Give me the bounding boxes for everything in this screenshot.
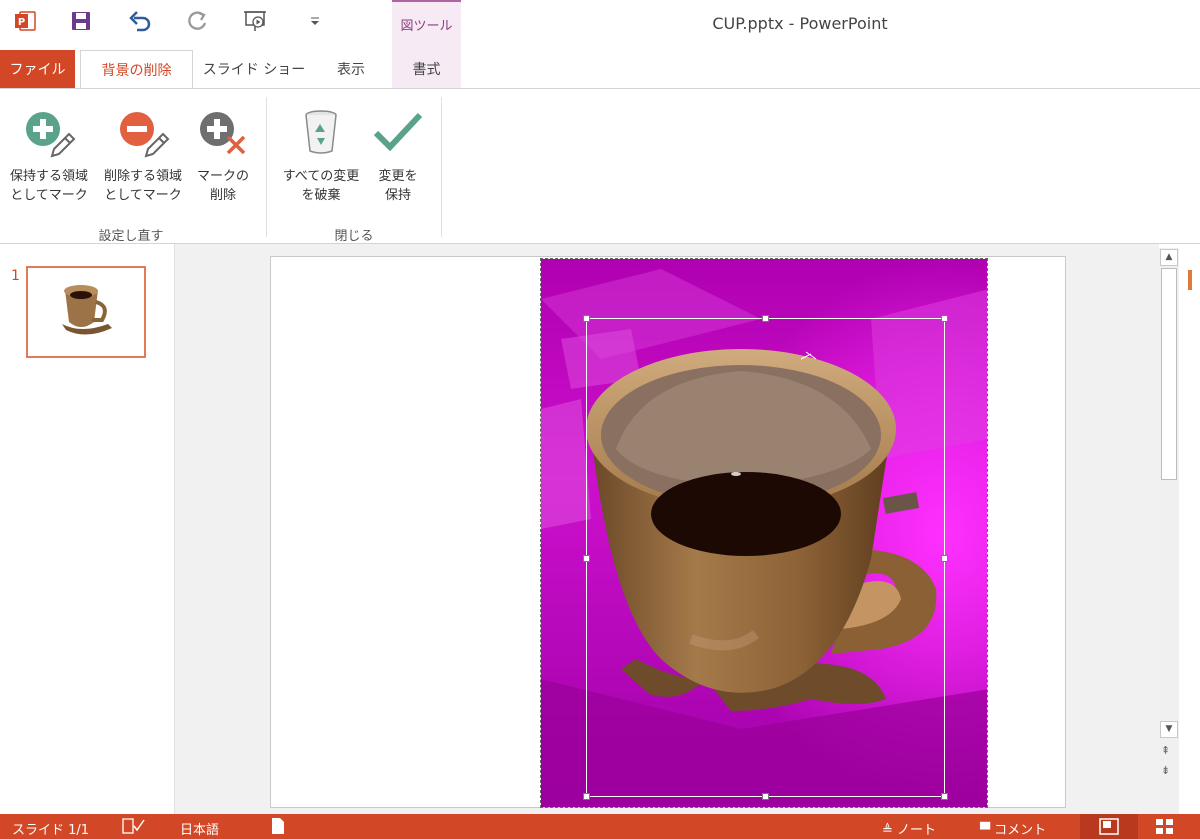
keep-label-2: 保持 [384,188,411,203]
keep-area-selection-box[interactable] [583,315,948,800]
group-separator [266,97,267,237]
mark-remove-button[interactable]: 削除する領域 としてマーク [98,89,188,219]
mark-keep-label-1: 保持する領域 [9,169,88,184]
pane-tab-marker[interactable] [1188,270,1192,290]
mark-keep-label-2: としてマーク [10,188,88,203]
comments-icon: ▀ [980,823,995,838]
scrollbar-thumb[interactable] [1161,268,1177,480]
resize-handle[interactable] [762,315,769,322]
normal-view-icon [1099,818,1119,835]
cup-thumbnail-image [62,285,112,335]
notes-icon: ≜ [882,823,898,838]
slide-thumbnails-pane: 1 [0,244,175,814]
resize-handle[interactable] [583,793,590,800]
discard-changes-button[interactable]: すべての変更 を破棄 [276,89,366,219]
slide-number: 1 [11,268,20,284]
mark-keep-button[interactable]: 保持する領域 としてマーク [4,89,94,219]
comments-label: コメント [994,823,1047,838]
tab-view[interactable]: 表示 [318,50,384,88]
resize-handle[interactable] [941,315,948,322]
keep-changes-button[interactable]: 変更を 保持 [366,89,430,219]
right-task-pane-edge [1180,244,1200,814]
slide-1[interactable] [270,256,1066,808]
refine-group-label: 設定し直す [98,229,164,244]
slide-editing-area [175,244,1159,814]
group-separator [441,97,442,237]
tab-slideshow[interactable]: スライド ショー [200,50,308,88]
tab-remove-background[interactable]: 背景の削除 [80,50,193,89]
mark-remove-icon [115,105,171,161]
language-indicator[interactable]: 日本語 [180,819,219,838]
ribbon-panel: 保持する領域 としてマーク 削除する領域 としてマーク マークの 削除 設定し直す す… [0,88,1200,244]
scroll-down-icon[interactable]: ▼ [1160,721,1178,738]
delete-mark-label-1: マークの [196,169,249,184]
comments-button[interactable]: ▀ コメント [980,819,1046,838]
keep-checkmark-icon [370,105,426,161]
resize-handle[interactable] [583,555,590,562]
window-title: CUP.pptx - PowerPoint [712,14,888,33]
delete-mark-button[interactable]: マークの 削除 [190,89,256,219]
keep-label-1: 変更を [378,169,418,184]
resize-handle[interactable] [941,555,948,562]
resize-handle[interactable] [941,793,948,800]
discard-trash-icon [293,105,349,161]
status-bar: スライド 1/1 日本語 ≜ ノート ▀ コメント [0,814,1200,839]
discard-label-1: すべての変更 [282,169,360,184]
tab-file[interactable]: ファイル [0,50,75,88]
slide-sorter-icon [1156,819,1173,834]
close-group-label: 閉じる [334,229,374,244]
delete-mark-icon [195,105,251,161]
resize-handle[interactable] [762,793,769,800]
next-slide-icon[interactable]: ⇟ [1161,764,1170,777]
mark-remove-label-1: 削除する領域 [103,169,182,184]
title-bar: P 図ツール CUP.pptx - PowerPoint [0,0,1200,50]
normal-view-button[interactable] [1080,814,1138,839]
notes-label: ノート [897,823,937,838]
cup-photo-background-removal[interactable] [540,258,988,808]
mark-remove-label-2: としてマーク [104,188,182,203]
spellcheck-icon[interactable] [122,817,146,839]
scroll-up-icon[interactable]: ▲ [1160,249,1178,266]
notes-button[interactable]: ≜ ノート [882,819,936,838]
slide-indicator: スライド 1/1 [12,823,90,838]
delete-mark-label-2: 削除 [209,188,236,203]
ribbon-tabs: ファイル 背景の削除 スライド ショー 表示 書式 [0,50,1200,89]
slide-sorter-view-button[interactable] [1155,818,1175,839]
discard-label-2: を破棄 [301,188,341,203]
slide-thumbnail[interactable] [26,266,146,358]
resize-handle[interactable] [583,315,590,322]
mark-keep-icon [21,105,77,161]
accessibility-icon[interactable] [270,817,286,839]
vertical-scrollbar[interactable]: ▲ ▼ ⇞ ⇟ [1159,248,1179,814]
previous-slide-icon[interactable]: ⇞ [1161,744,1170,757]
tab-format[interactable]: 書式 [392,50,461,88]
